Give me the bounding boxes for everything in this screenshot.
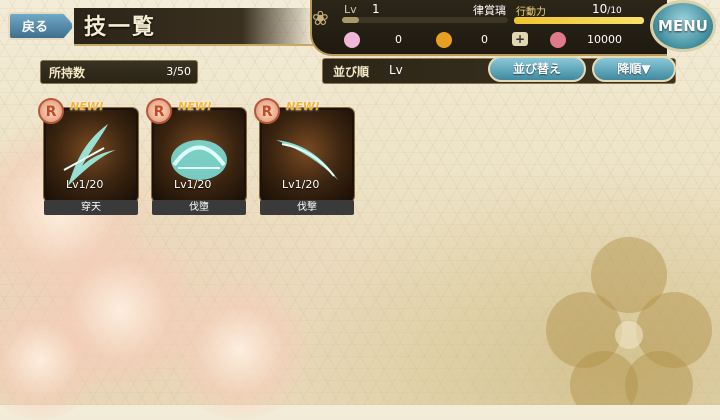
skill-card[interactable]: R NEW! Lv1/20 穿天 [38,98,138,218]
stamina-bar-fill [514,17,644,24]
currency-row: 0 0 + 10000 [340,30,640,50]
crest-emblem-icon: ❀ [312,6,329,30]
level-label: Lv [344,3,357,16]
skill-card[interactable]: R NEW! Lv1/20 伐墮 [146,98,246,218]
rank-badge: R [146,98,172,124]
sakura-gem-icon [344,32,360,48]
flower-token-count: 10000 [587,33,622,46]
exp-bar [342,17,508,23]
new-badge: NEW! [286,100,320,113]
stamina-value: 10/10 [592,2,622,16]
sort-label: 並び順 [333,65,370,79]
level-value: 1 [372,2,380,16]
stamina-bar [514,17,644,24]
owned-label: 所持数 [49,66,86,80]
player-name: 律賞璃 [473,4,506,17]
plus-icon[interactable]: + [512,32,528,46]
family-crest-icon [546,237,712,405]
menu-button[interactable]: MENU [650,0,716,52]
skill-name: 伐撃 [260,200,354,215]
exp-bar-fill [342,17,359,23]
owned-value: 3/50 [166,65,191,78]
stamina-max: /10 [607,6,622,16]
gold-coin-count: 0 [481,33,488,46]
order-button[interactable]: 降順▼ [592,56,676,82]
background-flower [170,280,310,420]
flower-token-icon [550,32,566,48]
skill-level: Lv1/20 [282,178,320,191]
skill-level: Lv1/20 [174,178,212,191]
page-title: 技一覧 [84,15,157,40]
new-badge: NEW! [70,100,104,113]
skill-name: 穿天 [44,200,138,215]
sort-button[interactable]: 並び替え [488,56,586,82]
stamina-label: 行動力 [516,7,546,18]
sort-value: Lv [389,63,403,77]
new-badge: NEW! [178,100,212,113]
stamina-current: 10 [592,2,608,16]
rank-badge: R [38,98,64,124]
skill-card[interactable]: R NEW! Lv1/20 伐撃 [254,98,354,218]
rank-badge: R [254,98,280,124]
sakura-gem-count: 0 [395,33,402,46]
back-button[interactable]: 戻る [8,12,74,40]
skill-level: Lv1/20 [66,178,104,191]
skill-name: 伐墮 [152,200,246,215]
owned-count-box: 所持数 3/50 [40,60,198,84]
